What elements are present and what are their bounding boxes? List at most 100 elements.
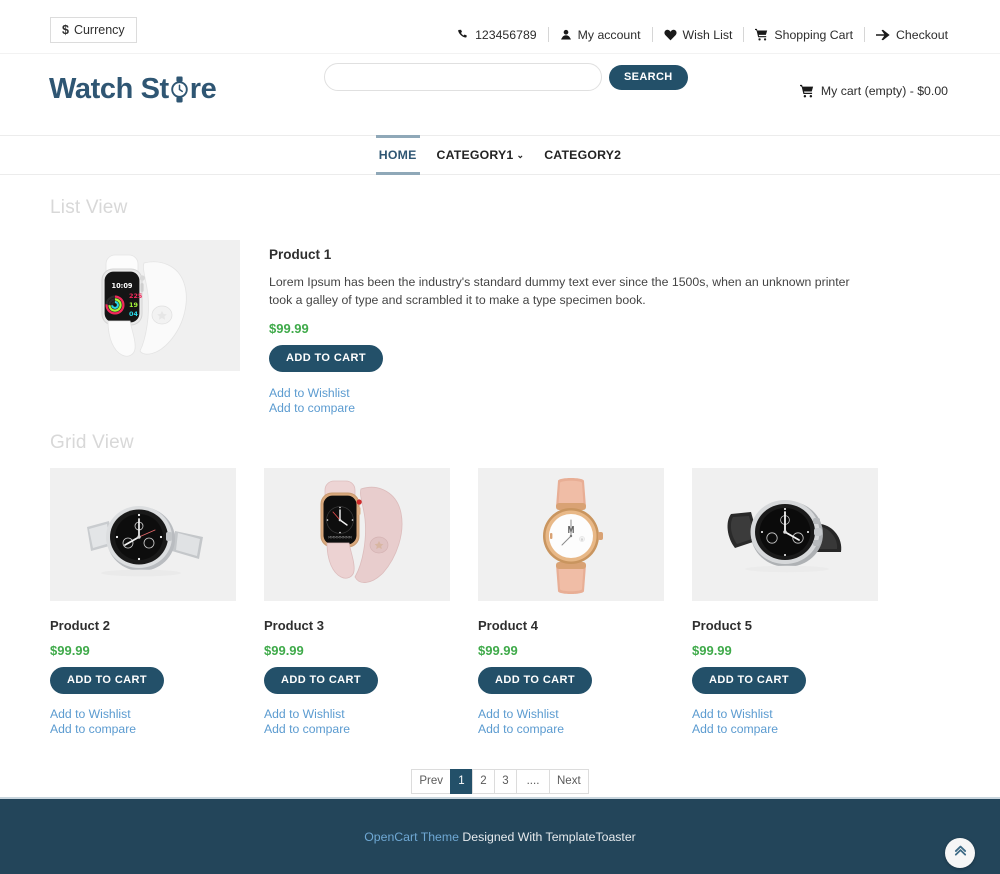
nav-item-home[interactable]: HOME bbox=[369, 135, 427, 175]
product-links: Add to Wishlist Add to compare bbox=[692, 707, 878, 738]
product-grid: Product 2 $99.99 ADD TO CART Add to Wish… bbox=[50, 468, 950, 738]
cart-icon bbox=[755, 28, 768, 41]
pagination-page-3[interactable]: 3 bbox=[494, 768, 517, 794]
add-to-wishlist-link[interactable]: Add to Wishlist bbox=[478, 707, 664, 722]
chevron-down-icon: ⌄ bbox=[516, 150, 525, 160]
product-name: Product 4 bbox=[478, 618, 538, 634]
search-input[interactable] bbox=[324, 63, 602, 91]
top-link-shopping-cart[interactable]: Shopping Cart bbox=[744, 28, 864, 42]
footer-credit-text: Designed With TemplateToaster bbox=[458, 829, 636, 844]
product-links: Add to Wishlist Add to compare bbox=[264, 707, 450, 738]
site-footer: OpenCart Theme Designed With TemplateToa… bbox=[0, 797, 1000, 874]
add-to-wishlist-link[interactable]: Add to Wishlist bbox=[269, 386, 950, 401]
top-link-checkout-label: Checkout bbox=[896, 27, 948, 42]
top-link-wish-list[interactable]: Wish List bbox=[653, 28, 744, 42]
add-to-wishlist-link[interactable]: Add to Wishlist bbox=[692, 707, 878, 722]
list-view-title: List View bbox=[50, 197, 128, 218]
page-root: $ Currency 123456789 My account Wish Lis… bbox=[0, 0, 1000, 874]
logo-text-after: re bbox=[189, 73, 217, 105]
product-image-4[interactable]: 8 bbox=[478, 468, 664, 602]
add-to-wishlist-link[interactable]: Add to Wishlist bbox=[50, 707, 236, 722]
site-logo[interactable]: Watch St re bbox=[49, 73, 217, 106]
svg-text:225: 225 bbox=[129, 292, 142, 300]
currency-selector[interactable]: $ Currency bbox=[50, 17, 137, 43]
double-chevron-up-icon bbox=[953, 843, 968, 863]
site-header: Watch St re SEARCH My cart (empty) - $0.… bbox=[0, 54, 1000, 135]
search-button[interactable]: SEARCH bbox=[609, 64, 688, 90]
product-name: Product 5 bbox=[692, 618, 752, 634]
top-link-my-account-label: My account bbox=[577, 27, 641, 42]
add-to-cart-button[interactable]: ADD TO CART bbox=[692, 667, 806, 695]
svg-text:04: 04 bbox=[129, 310, 138, 318]
product-name: Product 2 bbox=[50, 618, 110, 634]
nav-item-category1[interactable]: CATEGORY1 ⌄ bbox=[427, 136, 535, 174]
add-to-compare-link[interactable]: Add to compare bbox=[692, 722, 878, 737]
product-price: $99.99 bbox=[478, 643, 518, 659]
top-link-phone-label: 123456789 bbox=[475, 27, 537, 42]
product-image-3[interactable]: MMMMMMMM bbox=[264, 468, 450, 602]
product-price: $99.99 bbox=[264, 643, 304, 659]
product-description: Lorem Ipsum has been the industry's stan… bbox=[269, 275, 850, 307]
pagination-page-2[interactable]: 2 bbox=[472, 768, 495, 794]
product-name: Product 1 bbox=[269, 247, 332, 262]
product-links: Add to Wishlist Add to compare bbox=[50, 707, 236, 738]
top-link-phone[interactable]: 123456789 bbox=[457, 28, 548, 42]
cart-icon bbox=[799, 84, 814, 98]
add-to-cart-button[interactable]: ADD TO CART bbox=[478, 667, 592, 695]
add-to-compare-link[interactable]: Add to compare bbox=[264, 722, 450, 737]
add-to-cart-button[interactable]: ADD TO CART bbox=[50, 667, 164, 695]
opencart-theme-link[interactable]: OpenCart Theme bbox=[364, 830, 459, 844]
nav-item-category2-label: CATEGORY2 bbox=[544, 148, 622, 162]
top-links: 123456789 My account Wish List Shopping … bbox=[457, 27, 948, 42]
product-image-2[interactable] bbox=[50, 468, 236, 602]
add-to-cart-button[interactable]: ADD TO CART bbox=[269, 344, 383, 372]
mini-cart-label: My cart (empty) - $0.00 bbox=[820, 84, 948, 98]
search-bar: SEARCH bbox=[324, 63, 688, 91]
top-link-my-account[interactable]: My account bbox=[549, 28, 652, 42]
add-to-compare-link[interactable]: Add to compare bbox=[269, 401, 950, 416]
product-links: Add to Wishlist Add to compare bbox=[269, 386, 950, 417]
main-content: List View 10:09 225 19 04 Product 1 Lore… bbox=[0, 175, 1000, 794]
grid-product-card: MMMMMMMM Product 3 $99.99 ADD TO CART Ad… bbox=[264, 468, 450, 738]
main-navigation: HOME CATEGORY1 ⌄ CATEGORY2 bbox=[0, 135, 1000, 175]
mini-cart[interactable]: My cart (empty) - $0.00 bbox=[799, 84, 948, 98]
svg-text:19: 19 bbox=[129, 301, 138, 309]
user-icon bbox=[560, 28, 572, 41]
arrow-right-icon bbox=[876, 29, 890, 41]
add-to-cart-button[interactable]: ADD TO CART bbox=[264, 667, 378, 695]
pagination-ellipsis[interactable]: .... bbox=[516, 768, 550, 794]
currency-symbol: $ bbox=[62, 22, 69, 37]
pagination: Prev 1 2 3 .... Next bbox=[50, 768, 950, 794]
grid-product-card: Product 5 $99.99 ADD TO CART Add to Wish… bbox=[692, 468, 878, 738]
watch-icon bbox=[170, 76, 189, 103]
product-price: $99.99 bbox=[50, 643, 90, 659]
currency-label: Currency bbox=[73, 22, 125, 37]
top-link-checkout[interactable]: Checkout bbox=[865, 28, 948, 42]
nav-item-category2[interactable]: CATEGORY2 bbox=[534, 136, 631, 174]
pagination-next[interactable]: Next bbox=[549, 768, 589, 794]
nav-item-category1-label: CATEGORY1 bbox=[436, 148, 514, 162]
product-name: Product 3 bbox=[264, 618, 324, 634]
product-links: Add to Wishlist Add to compare bbox=[478, 707, 664, 738]
grid-view-title: Grid View bbox=[50, 432, 134, 454]
logo-text-before: Watch St bbox=[49, 73, 169, 105]
product-price: $99.99 bbox=[692, 643, 732, 659]
grid-product-card: Product 2 $99.99 ADD TO CART Add to Wish… bbox=[50, 468, 236, 738]
footer-credit: OpenCart Theme Designed With TemplateToa… bbox=[364, 830, 636, 844]
pagination-page-1[interactable]: 1 bbox=[450, 768, 473, 794]
svg-text:MMMMMMMM: MMMMMMMM bbox=[328, 535, 351, 539]
svg-text:10:09: 10:09 bbox=[112, 282, 133, 290]
product-image-1[interactable]: 10:09 225 19 04 bbox=[50, 240, 240, 371]
add-to-wishlist-link[interactable]: Add to Wishlist bbox=[264, 707, 450, 722]
top-link-wish-list-label: Wish List bbox=[682, 27, 733, 42]
product-image-5[interactable] bbox=[692, 468, 878, 602]
add-to-compare-link[interactable]: Add to compare bbox=[478, 722, 664, 737]
pagination-prev[interactable]: Prev bbox=[411, 768, 451, 794]
svg-text:8: 8 bbox=[581, 537, 583, 541]
phone-icon bbox=[457, 29, 469, 41]
add-to-compare-link[interactable]: Add to compare bbox=[50, 722, 236, 737]
list-product-item: 10:09 225 19 04 Product 1 Lorem Ipsum ha… bbox=[50, 240, 950, 416]
scroll-to-top-button[interactable] bbox=[945, 838, 975, 868]
top-bar: $ Currency 123456789 My account Wish Lis… bbox=[0, 0, 1000, 54]
grid-product-card: 8 Product 4 $99.99 ADD TO CART Add to Wi… bbox=[478, 468, 664, 738]
